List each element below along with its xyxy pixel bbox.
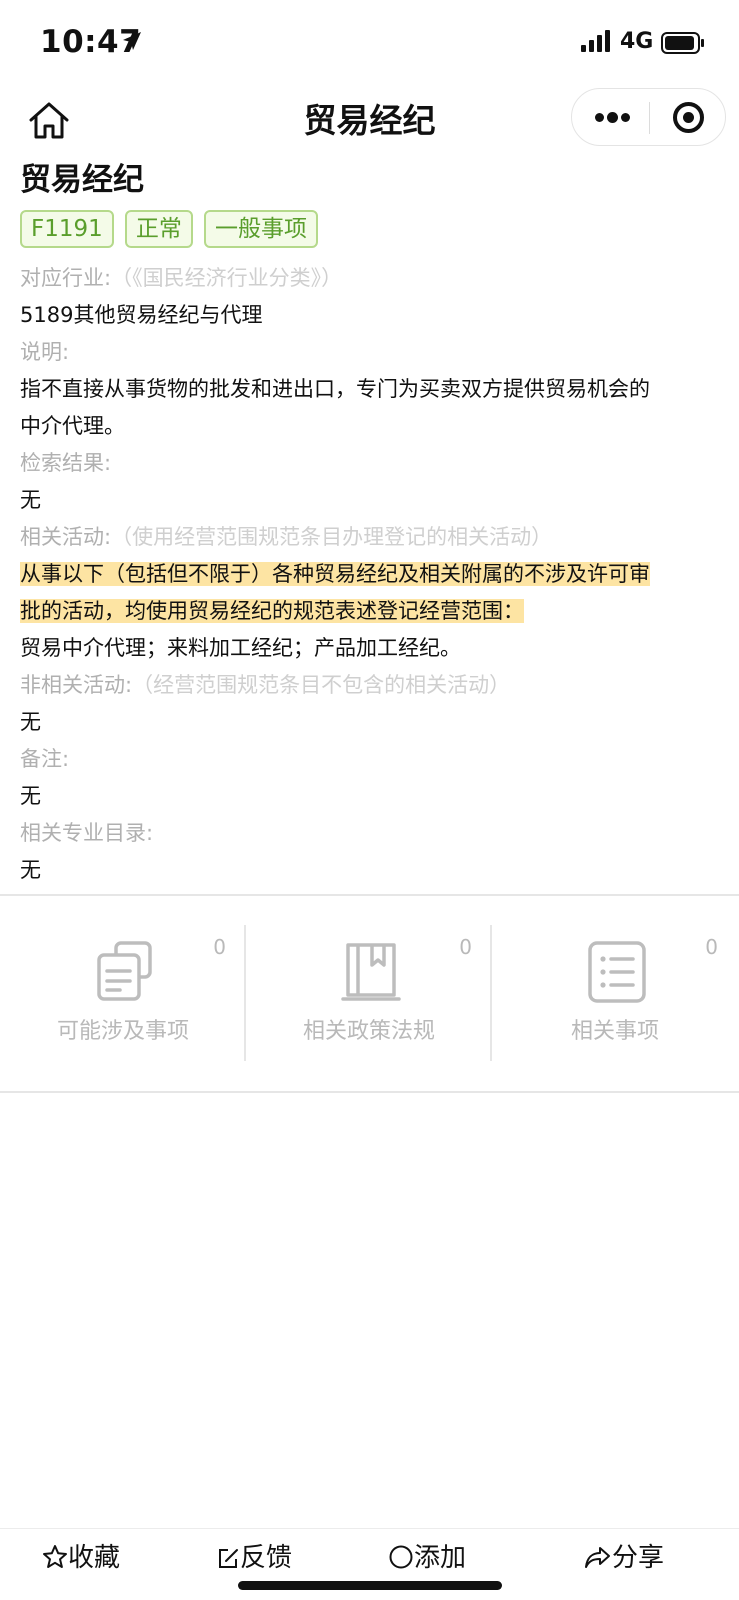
target-icon <box>673 102 704 133</box>
nonrelated-label: 非相关活动: <box>20 673 133 697</box>
industry-value: 5189其他贸易经纪与代理 <box>20 303 263 327</box>
signal-icon <box>581 30 610 52</box>
search-label: 检索结果: <box>20 451 112 475</box>
tag-type: 一般事项 <box>203 210 318 248</box>
nonrelated-hint: （经营范围规范条目不包含的相关活动） <box>132 673 511 697</box>
network-type: 4G <box>620 29 654 54</box>
stat-label: 相关政策法规 <box>302 1019 435 1044</box>
star-icon <box>43 1545 67 1568</box>
remark-value: 无 <box>20 784 41 808</box>
home-icon[interactable] <box>26 98 72 144</box>
close-button[interactable] <box>650 89 727 145</box>
stat-policies[interactable]: 0 相关政策法规 <box>246 895 492 1091</box>
stat-count: 0 <box>459 935 472 959</box>
catalog-label: 相关专业目录: <box>20 821 154 845</box>
nonrelated-label-row: 非相关活动:（经营范围规范条目不包含的相关活动） <box>20 667 720 704</box>
add-button[interactable]: 添加 <box>388 1537 466 1577</box>
share-button[interactable]: 分享 <box>584 1537 664 1577</box>
stat-related-items[interactable]: 0 相关事项 <box>492 895 738 1091</box>
nonrelated-value: 无 <box>20 710 41 734</box>
book-icon <box>341 943 401 1001</box>
related-highlight-line1: 从事以下（包括但不限于）各种贸易经纪及相关附属的不涉及许可审 <box>20 556 720 593</box>
related-label-row: 相关活动:（使用经营范围规范条目办理登记的相关活动） <box>20 519 720 556</box>
stat-label: 相关事项 <box>570 1019 659 1044</box>
desc-label: 说明: <box>20 340 70 364</box>
more-dots-icon-center <box>607 112 618 123</box>
home-indicator <box>238 1581 502 1590</box>
industry-label: 对应行业: <box>20 266 112 290</box>
stat-possible-items[interactable]: 0 可能涉及事项 <box>0 895 246 1091</box>
mini-program-capsule <box>571 88 726 146</box>
favorite-button[interactable]: 收藏 <box>42 1537 120 1577</box>
remark-label-row: 备注: <box>20 741 720 778</box>
more-dots-icon-right <box>621 113 630 122</box>
favorite-label: 收藏 <box>68 1543 121 1573</box>
feedback-button[interactable]: 反馈 <box>216 1537 292 1577</box>
catalog-label-row: 相关专业目录: <box>20 815 720 852</box>
stat-count: 0 <box>213 935 226 959</box>
status-bar: 10:47 4G <box>0 0 739 88</box>
more-dots-icon <box>595 113 604 122</box>
desc-value-line2: 中介代理。 <box>20 414 125 438</box>
list-icon <box>588 941 646 1003</box>
screen: 10:47 4G 贸易经纪 贸易经纪 F1191 正常 一般事项 对应行业:（《… <box>0 0 739 1600</box>
related-label: 相关活动: <box>20 525 112 549</box>
search-value: 无 <box>20 488 41 512</box>
remark-label: 备注: <box>20 747 70 771</box>
feedback-label: 反馈 <box>240 1543 293 1573</box>
related-highlight-text1: 从事以下（包括但不限于）各种贸易经纪及相关附属的不涉及许可审 <box>20 562 650 586</box>
battery-icon <box>661 32 704 54</box>
nav-bar: 贸易经纪 <box>0 88 739 152</box>
share-label: 分享 <box>612 1543 665 1573</box>
share-icon <box>585 1547 610 1568</box>
industry-hint: （《国民经济行业分类》） <box>111 266 343 290</box>
stats-bottom-divider <box>0 1091 739 1093</box>
catalog-value: 无 <box>20 858 41 882</box>
desc-value-line1: 指不直接从事货物的批发和进出口，专门为买卖双方提供贸易机会的 <box>20 377 650 401</box>
location-arrow-icon <box>123 32 141 50</box>
detail-content: 贸易经纪 F1191 正常 一般事项 对应行业:（《国民经济行业分类》） 518… <box>20 158 720 889</box>
tag-code: F1191 <box>20 210 114 248</box>
edit-icon <box>219 1549 238 1568</box>
search-label-row: 检索结果: <box>20 445 720 482</box>
page-title: 贸易经纪 <box>20 162 144 198</box>
add-label: 添加 <box>414 1543 467 1573</box>
related-highlight-line2: 批的活动，均使用贸易经纪的规范表述登记经营范围： <box>20 593 720 630</box>
stat-label: 可能涉及事项 <box>56 1019 189 1044</box>
stats-panel: 0 可能涉及事项 0 相关政策法规 0 相关事项 <box>0 895 739 1091</box>
industry-label-row: 对应行业:（《国民经济行业分类》） <box>20 260 720 297</box>
tag-list: F1191 正常 一般事项 <box>20 210 720 248</box>
related-highlight-text2: 批的活动，均使用贸易经纪的规范表述登记经营范围： <box>20 599 524 623</box>
circle-icon <box>389 1545 413 1569</box>
documents-icon <box>97 941 152 1001</box>
tag-status: 正常 <box>124 210 193 248</box>
desc-label-row: 说明: <box>20 334 720 371</box>
related-value: 贸易中介代理；来料加工经纪；产品加工经纪。 <box>20 636 461 660</box>
related-hint: （使用经营范围规范条目办理登记的相关活动） <box>111 525 553 549</box>
more-button[interactable] <box>572 89 649 145</box>
stat-count: 0 <box>705 935 718 959</box>
